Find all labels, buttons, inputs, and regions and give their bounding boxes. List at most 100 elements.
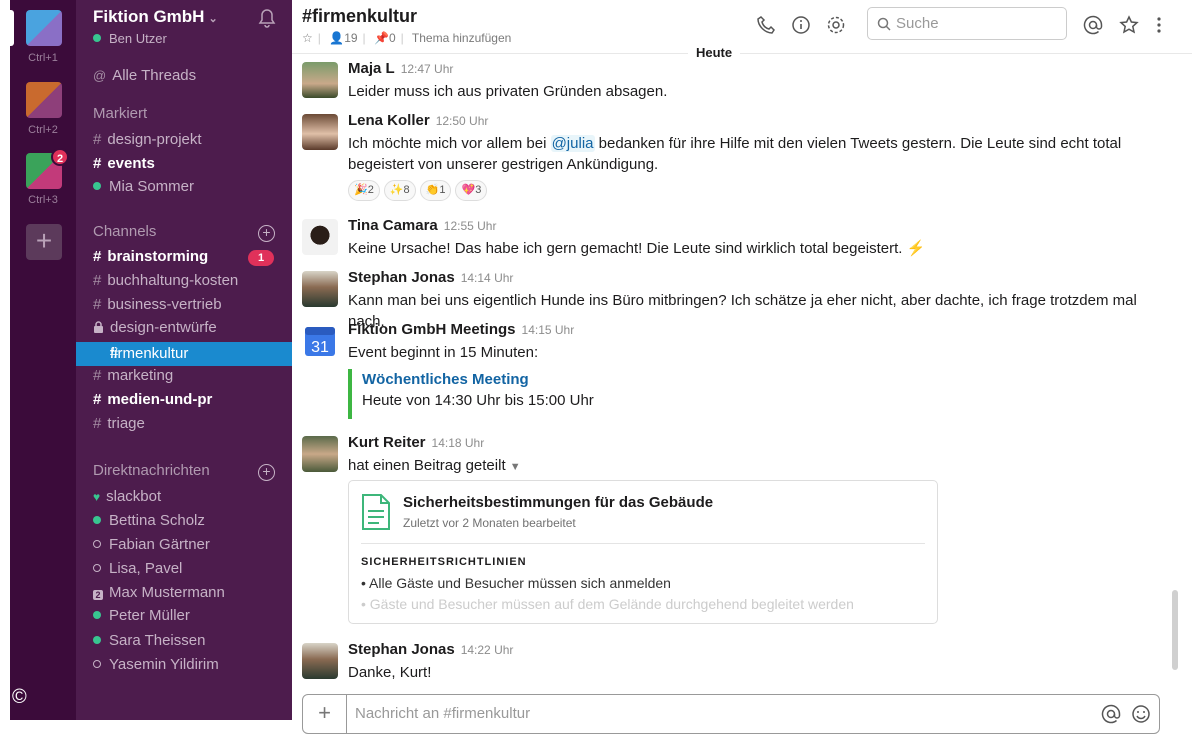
mentions-icon[interactable]: [1083, 15, 1103, 35]
bell-icon[interactable]: [258, 8, 276, 28]
phone-icon[interactable]: [756, 15, 776, 35]
avatar[interactable]: [302, 643, 338, 679]
sidebar-item-triage[interactable]: # triage: [93, 413, 145, 435]
add-channel-icon[interactable]: +: [258, 225, 275, 242]
add-workspace-button[interactable]: +: [26, 224, 62, 260]
post-title[interactable]: Sicherheitsbestimmungen für das Gebäude: [403, 494, 713, 511]
post-heading: SICHERHEITSRICHTLINIEN: [361, 556, 527, 568]
star-icon[interactable]: ☆: [302, 31, 313, 45]
message-author[interactable]: Tina Camara 12:55 Uhr: [348, 217, 496, 234]
shared-post[interactable]: Sicherheitsbestimmungen für das Gebäude …: [348, 480, 938, 624]
message-author[interactable]: Fiktion GmbH Meetings 14:15 Uhr: [348, 321, 574, 338]
sidebar-channels-header[interactable]: Channels: [93, 221, 156, 243]
sidebar-dm-sara-theissen[interactable]: Sara Theissen: [93, 630, 205, 652]
message-time[interactable]: 14:14 Uhr: [461, 271, 514, 285]
message-time[interactable]: 14:18 Uhr: [432, 436, 485, 450]
sidebar-item-firmenkultur[interactable]: # firmenkultur: [76, 342, 292, 366]
message-author[interactable]: Maja L 12:47 Uhr: [348, 60, 453, 77]
sidebar-dm-max-mustermann[interactable]: 2 Max Mustermann: [93, 582, 225, 604]
sidebar-starred-header[interactable]: Markiert: [93, 103, 147, 125]
sidebar-dm-fabian-gaertner[interactable]: Fabian Gärtner: [93, 534, 210, 556]
message-time[interactable]: 12:55 Uhr: [444, 219, 497, 233]
workspace-menu[interactable]: Fiktion GmbH ⌄: [93, 7, 218, 27]
members-icon[interactable]: 👤: [329, 31, 344, 45]
avatar[interactable]: [302, 219, 338, 255]
search-input[interactable]: Suche: [867, 7, 1067, 40]
sidebar-dm-bettina-scholz[interactable]: Bettina Scholz: [93, 510, 205, 532]
heart-icon: ♥: [93, 490, 101, 504]
reaction-heart[interactable]: 💖3: [455, 180, 488, 201]
sidebar-item-brainstorming[interactable]: # brainstorming: [93, 246, 208, 268]
channel-topic[interactable]: Thema hinzufügen: [412, 31, 511, 45]
team-1[interactable]: [10, 10, 62, 46]
sidebar-item-label: design-entwürfe: [110, 319, 217, 336]
sidebar-item-mia-sommer[interactable]: Mia Sommer: [93, 176, 194, 198]
sidebar-item-design-entwuerfe[interactable]: design-entwürfe: [93, 317, 217, 339]
sidebar-item-label: Sara Theissen: [109, 632, 206, 649]
sidebar-all-threads[interactable]: @ Alle Threads: [93, 65, 196, 87]
sidebar-item-marketing[interactable]: # marketing: [93, 365, 173, 387]
reactions: 🎉2 ✨8 👏1 💖3: [348, 180, 488, 201]
sidebar-dm-slackbot[interactable]: ♥ slackbot: [93, 486, 161, 508]
sidebar-dm-header[interactable]: Direktnachrichten: [93, 460, 210, 482]
emoji-icon[interactable]: [1131, 704, 1151, 724]
sidebar-item-events[interactable]: # events: [93, 153, 155, 175]
message-author[interactable]: Kurt Reiter 14:18 Uhr: [348, 434, 484, 451]
chevron-down-icon: ⌄: [208, 13, 218, 25]
add-dm-icon[interactable]: +: [258, 464, 275, 481]
member-count[interactable]: 19: [344, 31, 357, 45]
sidebar-item-design-projekt[interactable]: # design-projekt: [93, 129, 202, 151]
avatar[interactable]: [302, 114, 338, 150]
gear-icon[interactable]: [826, 15, 846, 35]
message-author[interactable]: Lena Koller 12:50 Uhr: [348, 112, 488, 129]
reaction-sparkles[interactable]: ✨8: [383, 180, 416, 201]
team-3[interactable]: 2: [26, 148, 69, 189]
hash-icon: #: [93, 296, 102, 313]
post-bullet-faded: • Gäste und Besucher müssen auf dem Gelä…: [361, 596, 854, 612]
pin-icon[interactable]: 📌: [374, 31, 389, 45]
message: Maja L 12:47 Uhr Leider muss ich aus priv…: [302, 60, 1172, 104]
sidebar-item-label: triage: [107, 415, 145, 432]
avatar[interactable]: [302, 271, 338, 307]
sidebar-dm-lisa-pavel[interactable]: Lisa, Pavel: [93, 558, 182, 580]
message-time[interactable]: 12:50 Uhr: [436, 114, 489, 128]
message-composer[interactable]: + Nachricht an #firmenkultur: [302, 694, 1160, 734]
message-input[interactable]: Nachricht an #firmenkultur: [355, 705, 530, 722]
sidebar-dm-yasemin-yildirim[interactable]: Yasemin Yildirim: [93, 654, 219, 676]
caret-down-icon[interactable]: ▼: [510, 461, 521, 473]
star-outline-icon[interactable]: [1119, 15, 1139, 35]
calendar-icon[interactable]: 31: [302, 323, 338, 359]
hash-icon: #: [93, 155, 102, 172]
team-2[interactable]: [26, 82, 62, 118]
message-author[interactable]: Stephan Jonas 14:22 Uhr: [348, 641, 513, 658]
pin-count[interactable]: 0: [389, 31, 396, 45]
sidebar-item-business-vertrieb[interactable]: # business-vertrieb: [93, 294, 222, 316]
avatar[interactable]: [302, 62, 338, 98]
sidebar-item-label: Peter Müller: [109, 607, 190, 624]
more-vertical-icon[interactable]: [1149, 15, 1169, 35]
channel-title[interactable]: #firmenkultur: [302, 6, 417, 27]
scrollbar[interactable]: [1172, 590, 1178, 670]
message-time[interactable]: 12:47 Uhr: [401, 62, 454, 76]
sidebar-item-label: brainstorming: [107, 248, 209, 265]
reaction-party[interactable]: 🎉2: [348, 180, 380, 201]
user-mention[interactable]: @julia: [550, 135, 595, 152]
message: Lena Koller 12:50 Uhr Ich möchte mich vor…: [302, 112, 1172, 207]
sidebar-item-label: Fabian Gärtner: [109, 536, 210, 553]
sidebar-dm-peter-mueller[interactable]: Peter Müller: [93, 605, 190, 627]
sidebar-item-label: marketing: [107, 367, 174, 384]
reaction-clap[interactable]: 👏1: [419, 180, 452, 201]
avatar[interactable]: [302, 436, 338, 472]
workspace-name: Fiktion GmbH: [93, 7, 205, 26]
message-time[interactable]: 14:15 Uhr: [522, 323, 575, 337]
event-title-link[interactable]: Wöchentliches Meeting: [362, 369, 594, 390]
mention-icon[interactable]: [1101, 704, 1121, 724]
sidebar-item-medien-und-pr[interactable]: # medien-und-pr: [93, 389, 212, 411]
sidebar-item-label: buchhaltung-kosten: [107, 272, 239, 289]
message-time[interactable]: 14:22 Uhr: [461, 643, 514, 657]
sidebar-item-buchhaltung-kosten[interactable]: # buchhaltung-kosten: [93, 270, 238, 292]
info-icon[interactable]: [791, 15, 811, 35]
attach-button[interactable]: +: [303, 695, 347, 733]
current-user[interactable]: Ben Utzer: [93, 31, 167, 46]
message-author[interactable]: Stephan Jonas 14:14 Uhr: [348, 269, 513, 286]
